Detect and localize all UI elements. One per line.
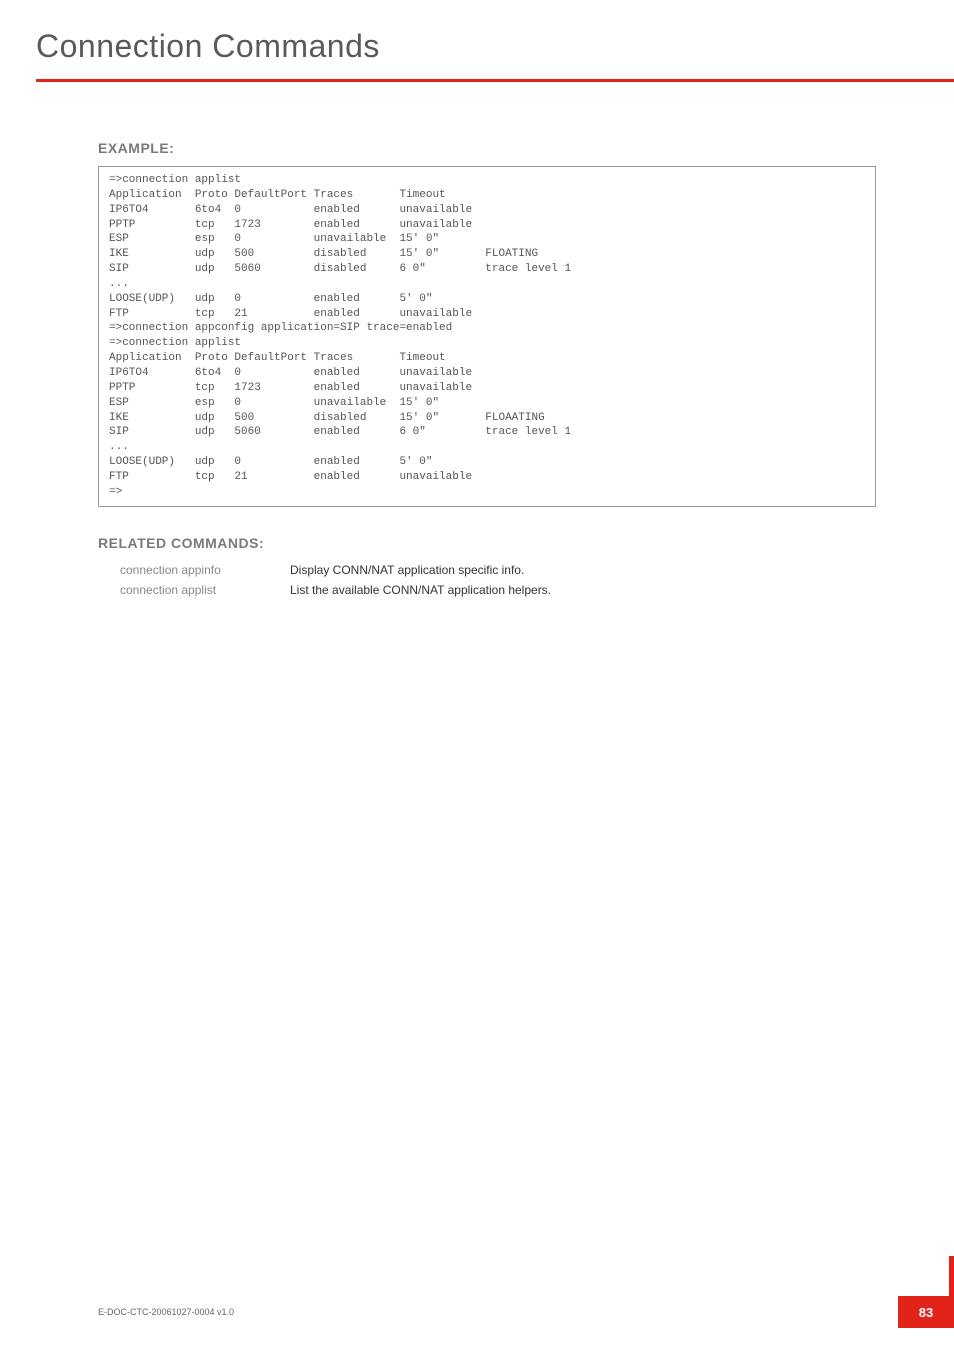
footer: E-DOC-CTC-20061027-0004 v1.0 83 xyxy=(0,1302,954,1320)
related-cmd: connection applist xyxy=(120,583,290,597)
related-desc: Display CONN/NAT application specific in… xyxy=(290,563,524,577)
related-cmd: connection appinfo xyxy=(120,563,290,577)
related-commands-table: connection appinfo Display CONN/NAT appl… xyxy=(120,563,876,597)
header-region: Connection Commands xyxy=(0,0,954,82)
related-heading: RELATED COMMANDS: xyxy=(98,535,876,551)
content-area: EXAMPLE: =>connection applist Applicatio… xyxy=(0,82,954,597)
footer-doc-id: E-DOC-CTC-20061027-0004 v1.0 xyxy=(98,1307,234,1317)
page-accent xyxy=(949,1256,954,1296)
related-row: connection appinfo Display CONN/NAT appl… xyxy=(120,563,876,577)
page-number: 83 xyxy=(898,1296,954,1328)
related-row: connection applist List the available CO… xyxy=(120,583,876,597)
example-heading: EXAMPLE: xyxy=(98,140,876,156)
related-desc: List the available CONN/NAT application … xyxy=(290,583,551,597)
page-title: Connection Commands xyxy=(36,28,954,65)
example-code-block: =>connection applist Application Proto D… xyxy=(98,166,876,507)
